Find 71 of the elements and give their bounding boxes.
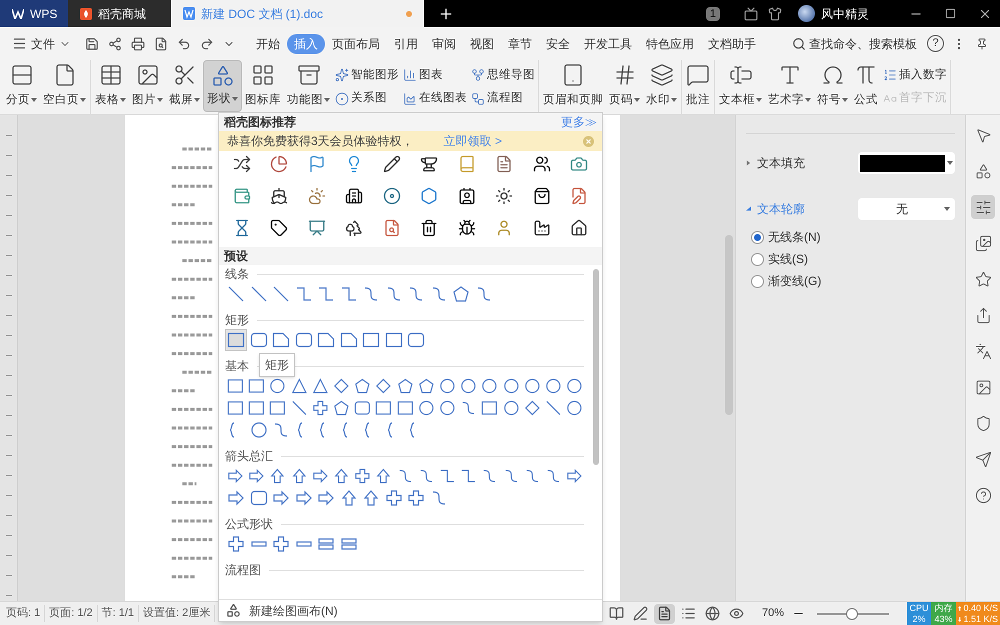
section-toggle[interactable]: 文本填充: [746, 154, 805, 172]
ribbon-button[interactable]: 空白页: [40, 60, 89, 112]
gallery-title: 稻壳图标推荐: [224, 114, 296, 131]
file-menu[interactable]: 文件: [12, 34, 71, 52]
ribbon-tab[interactable]: 开发工具: [577, 34, 639, 54]
ribbon-button[interactable]: 图标库: [242, 60, 284, 112]
radio-label: 渐变线(G): [768, 273, 822, 290]
preset-title: 预设: [224, 248, 248, 265]
ribbon-small-button[interactable]: 流程图: [471, 90, 535, 108]
ribbon-tab[interactable]: 特色应用: [639, 34, 701, 54]
help-button[interactable]: ?: [927, 35, 944, 52]
ribbon-tab[interactable]: 开始: [249, 34, 287, 54]
ribbon-small-button[interactable]: 智能图形: [335, 66, 399, 84]
ribbon-small-button[interactable]: 插入数字: [883, 66, 947, 84]
ribbon-tab[interactable]: 引用: [387, 34, 425, 54]
ribbon-button[interactable]: 艺术字: [765, 60, 814, 112]
radio-label: 无线条(N): [768, 229, 821, 246]
tooltip: 矩形: [259, 353, 295, 377]
upload-speed: 0.40 K/S: [963, 602, 998, 614]
ribbon-button[interactable]: 公式: [851, 60, 881, 112]
radio-option[interactable]: 渐变线(G): [751, 272, 955, 290]
ribbon-small-button[interactable]: 图表: [403, 66, 467, 84]
download-speed: 1.51 K/S: [963, 614, 998, 624]
ribbon-small-button[interactable]: 思维导图: [471, 66, 535, 84]
ribbon-tab[interactable]: 章节: [501, 34, 539, 54]
memory-label: 内存: [934, 602, 952, 614]
section-title: 公式形状: [225, 516, 273, 533]
ribbon-tab[interactable]: 视图: [463, 34, 501, 54]
document-tab[interactable]: 稻壳商城: [68, 0, 171, 27]
promo-text: 恭喜你免费获得3天会员体验特权，: [227, 133, 414, 150]
status-item[interactable]: 设置值: 2厘米: [139, 605, 216, 622]
ribbon-button[interactable]: 图片: [129, 60, 166, 112]
cpu-value: 2%: [912, 614, 926, 624]
ribbon-button[interactable]: 页眉和页脚: [540, 60, 606, 112]
ribbon-tab[interactable]: 安全: [539, 34, 577, 54]
ribbon-small-button[interactable]: 在线图表: [403, 90, 467, 108]
status-item[interactable]: 页码: 1: [2, 605, 46, 622]
radio-option[interactable]: 无线条(N): [751, 228, 955, 246]
ribbon-tab[interactable]: 审阅: [425, 34, 463, 54]
new-canvas-button[interactable]: 新建绘图画布(N): [219, 599, 602, 621]
section-title: 线条: [225, 266, 249, 283]
ribbon-button[interactable]: 截屏: [166, 60, 203, 112]
ribbon-button[interactable]: 符号: [814, 60, 851, 112]
ribbon-button[interactable]: 文本框: [716, 60, 765, 112]
ribbon-button[interactable]: 分页: [3, 60, 40, 112]
ribbon-button[interactable]: 水印: [643, 60, 680, 112]
radio-option[interactable]: 实线(S): [751, 250, 955, 268]
section-title: 矩形: [225, 312, 249, 329]
user-name[interactable]: 风中精灵: [821, 4, 869, 22]
ribbon-button[interactable]: 表格: [92, 60, 129, 112]
document-tab[interactable]: 新建 DOC 文档 (1).doc: [171, 0, 424, 27]
ribbon-button[interactable]: 页码: [606, 60, 643, 112]
ribbon-button[interactable]: 批注: [683, 60, 713, 112]
ribbon-tab[interactable]: 页面布局: [325, 34, 387, 54]
zoom-level[interactable]: 70%: [762, 605, 784, 622]
status-item[interactable]: 页面: 1/2: [45, 605, 98, 622]
ribbon-tab[interactable]: 文档助手: [701, 34, 763, 54]
ribbon-button[interactable]: 功能图: [284, 60, 333, 112]
window-count-badge[interactable]: 1: [706, 6, 720, 20]
section-title: 流程图: [225, 562, 261, 579]
document-tab[interactable]: WPS: [0, 0, 68, 27]
memory-value: 43%: [934, 614, 952, 624]
ribbon-button[interactable]: 形状: [203, 60, 242, 112]
status-item[interactable]: 节: 1/1: [98, 605, 140, 622]
outline-dropdown[interactable]: 无: [858, 198, 955, 220]
ribbon-small-button[interactable]: 关系图: [335, 90, 399, 108]
command-search[interactable]: 查找命令、搜索模板: [792, 34, 917, 52]
cpu-label: CPU: [909, 602, 928, 614]
section-title: 基本: [225, 358, 249, 375]
radio-label: 实线(S): [768, 251, 808, 268]
section-title: 箭头总汇: [225, 448, 273, 465]
